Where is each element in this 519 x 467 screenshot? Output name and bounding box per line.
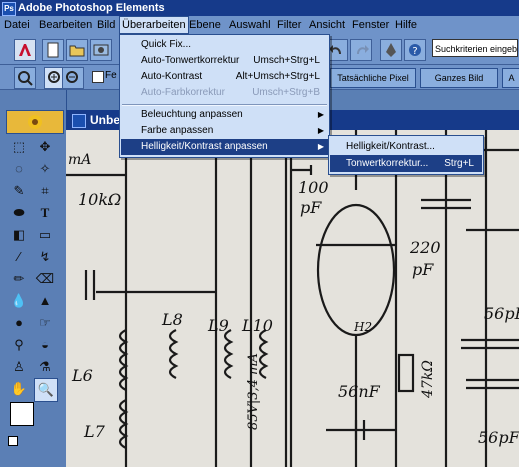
menu-filter[interactable]: Filter xyxy=(275,17,303,33)
blur-tool-icon[interactable]: 💧 xyxy=(8,290,30,312)
new-file-icon[interactable] xyxy=(42,39,64,61)
default-colors-icon[interactable] xyxy=(8,436,18,446)
eyedropper-tool-icon[interactable]: ⚗ xyxy=(34,356,56,378)
hand-tool-icon[interactable]: ✋ xyxy=(8,378,30,400)
label-l7: L7 xyxy=(84,422,105,441)
search-input[interactable]: Suchkriterien eingeben xyxy=(432,39,518,57)
menu-adjust-lighting[interactable]: Beleuchtung anpassen ▶ xyxy=(121,107,328,123)
label-l10: L10 xyxy=(242,316,273,335)
menu-ueberarbeiten[interactable]: Überarbeiten xyxy=(119,16,189,34)
crop-tool-icon[interactable]: ⌗ xyxy=(34,180,56,202)
adobe-logo-icon[interactable] xyxy=(14,39,36,61)
label-100: 100 xyxy=(298,178,329,197)
label-h2: H2 xyxy=(354,320,373,334)
menu-bearbeiten[interactable]: Bearbeiten xyxy=(37,17,94,33)
label-pf: pF xyxy=(300,198,322,217)
menu-fenster[interactable]: Fenster xyxy=(350,17,391,33)
help-icon[interactable]: ? xyxy=(404,39,426,61)
magic-wand-tool-icon[interactable]: ✧ xyxy=(34,158,56,180)
gradient-tool-icon[interactable]: ▭ xyxy=(34,224,56,246)
title-bar: Ps Adobe Photoshop Elements xyxy=(0,0,519,16)
lasso-tool-icon[interactable]: ◌ xyxy=(8,158,30,180)
menu-levels[interactable]: Tonwertkorrektur... Strg+L xyxy=(330,155,482,172)
label-l8: L8 xyxy=(162,310,183,329)
menu-separator xyxy=(122,104,327,106)
submenu-arrow-icon: ▶ xyxy=(317,110,324,119)
document-title: Unbe xyxy=(90,113,120,127)
photoshop-icon: Ps xyxy=(2,2,16,16)
label-ma: mA xyxy=(68,152,92,168)
sponge-tool-icon[interactable]: ● xyxy=(8,312,30,334)
resize-windows-label: Fe xyxy=(105,70,117,81)
document-icon xyxy=(72,114,86,128)
burn-tool-icon[interactable]: ◒ xyxy=(34,334,56,356)
menu-quick-fix[interactable]: Quick Fix... xyxy=(121,37,328,53)
schematic-drawing xyxy=(66,130,519,467)
menu-datei[interactable]: Datei xyxy=(2,17,32,33)
hint-icon[interactable] xyxy=(380,39,402,61)
menu-auto-levels[interactable]: Auto-Tonwertkorrektur Umsch+Strg+L xyxy=(121,53,328,69)
move-tool-icon[interactable]: ✥ xyxy=(34,136,56,158)
submenu-arrow-icon: ▶ xyxy=(317,142,324,151)
enhance-menu: Quick Fix... Auto-Tonwertkorrektur Umsch… xyxy=(119,34,330,158)
sharpen-tool-icon[interactable]: ▲ xyxy=(34,290,56,312)
menu-auto-color[interactable]: Auto-Farbkorrektur Umsch+Strg+B xyxy=(121,85,328,101)
menu-brightness-contrast-dialog[interactable]: Helligkeit/Kontrast... xyxy=(330,138,482,155)
menu-brightness-contrast[interactable]: Helligkeit/Kontrast anpassen ▶ xyxy=(121,139,328,155)
selection-brush-icon[interactable]: ✎ xyxy=(8,180,30,202)
zoom-tool-palette-icon[interactable]: 🔍 xyxy=(34,378,58,402)
menu-auswahl[interactable]: Auswahl xyxy=(227,17,273,33)
menu-auto-contrast[interactable]: Auto-Kontrast Alt+Umsch+Strg+L xyxy=(121,69,328,85)
text-tool-icon[interactable]: T xyxy=(34,202,56,224)
marquee-tool-icon[interactable]: ⬚ xyxy=(8,136,30,158)
tool-palette: ⬚ ✥ ◌ ✧ ✎ ⌗ ⬬ T ◧ ▭ ∕ ↯ ✏ ⌫ 💧 ▲ ● ☞ ⚲ ◒ … xyxy=(0,90,67,467)
foreground-color-swatch[interactable] xyxy=(10,402,34,426)
eraser-tool-icon[interactable]: ⌫ xyxy=(34,268,56,290)
resize-windows-checkbox[interactable] xyxy=(92,71,104,83)
menu-ansicht[interactable]: Ansicht xyxy=(307,17,347,33)
submenu-arrow-icon: ▶ xyxy=(317,126,324,135)
dodge-tool-icon[interactable]: ⚲ xyxy=(8,334,30,356)
fit-screen-button[interactable]: Ganzes Bild xyxy=(420,68,498,88)
label-56nf: 56nF xyxy=(338,382,380,401)
menu-ebene[interactable]: Ebene xyxy=(187,17,223,33)
redo-icon[interactable] xyxy=(350,39,372,61)
open-folder-icon[interactable] xyxy=(66,39,88,61)
brightness-contrast-submenu: Helligkeit/Kontrast... Tonwertkorrektur.… xyxy=(328,135,484,175)
zoom-tool-icon[interactable] xyxy=(14,67,36,89)
menu-adjust-color[interactable]: Farbe anpassen ▶ xyxy=(121,123,328,139)
smudge-tool-icon[interactable]: ☞ xyxy=(34,312,56,334)
impressionist-brush-icon[interactable]: ↯ xyxy=(34,246,56,268)
sunflower-logo-icon xyxy=(6,110,64,134)
print-size-button[interactable]: A xyxy=(502,68,519,88)
label-220: 220 xyxy=(410,238,441,257)
zoom-out-icon[interactable] xyxy=(62,67,84,89)
menu-bar: Datei Bearbeiten Bild Überarbeiten Ebene… xyxy=(0,16,519,34)
label-pf-2: pF xyxy=(412,260,434,279)
paint-bucket-icon[interactable]: ◧ xyxy=(8,224,30,246)
menu-bild[interactable]: Bild xyxy=(95,17,117,33)
brush-tool-icon[interactable]: ∕ xyxy=(8,246,30,268)
actual-pixels-button[interactable]: Tatsächliche Pixel xyxy=(330,68,416,88)
label-10kohm: 10kΩ xyxy=(78,190,122,209)
label-85v: 85V|3,4 mA xyxy=(246,353,261,430)
clone-stamp-icon[interactable]: ♙ xyxy=(8,356,30,378)
label-56pf: 56pF xyxy=(484,304,519,323)
label-l6: L6 xyxy=(72,366,93,385)
window-title: Adobe Photoshop Elements xyxy=(18,2,165,14)
label-56pf-2: 56pF xyxy=(478,428,519,447)
label-l9: L9 xyxy=(208,316,229,335)
document-canvas[interactable]: mA 10kΩ 100 pF 220 pF L8 L9 L10 L6 L7 85… xyxy=(66,130,519,467)
pencil-tool-icon[interactable]: ✏ xyxy=(8,268,30,290)
label-47kohm: 47kΩ xyxy=(420,360,436,398)
svg-text:?: ? xyxy=(412,46,417,57)
browse-icon[interactable] xyxy=(90,39,112,61)
custom-shape-tool-icon[interactable]: ⬬ xyxy=(8,202,30,224)
menu-hilfe[interactable]: Hilfe xyxy=(393,17,419,33)
